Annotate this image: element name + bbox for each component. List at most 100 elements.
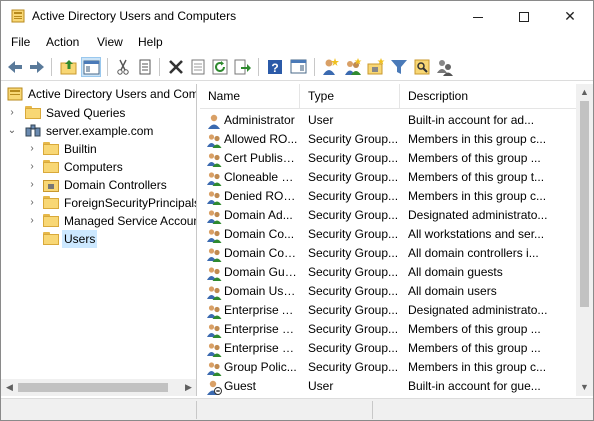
properties-button[interactable] <box>188 57 208 77</box>
list-cell-description: All domain guests <box>408 265 503 279</box>
tree-item-domain[interactable]: ⌄ server.example.com <box>5 122 195 140</box>
help-icon: ? <box>268 60 282 75</box>
show-hide-console-tree-button[interactable] <box>81 57 101 77</box>
find-button[interactable] <box>412 57 432 77</box>
chevron-right-icon[interactable]: › <box>7 104 17 122</box>
list-row[interactable]: Domain Gue... Security Group... All domain… <box>200 263 576 282</box>
list-row[interactable]: Administrator User Built-in account for ad… <box>200 111 576 130</box>
security-group-icon <box>206 189 222 205</box>
list-cell-type: Security Group... <box>308 151 399 165</box>
export-list-button[interactable] <box>232 57 252 77</box>
chevron-right-icon[interactable]: › <box>27 194 37 212</box>
tree-item-managed-service-accounts[interactable]: › Managed Service Accounts <box>25 212 196 230</box>
tree-item-builtin[interactable]: › Builtin <box>25 140 196 158</box>
tree-item-foreign-security-principals[interactable]: › ForeignSecurityPrincipals <box>25 194 196 212</box>
copy-button[interactable] <box>135 57 155 77</box>
list-row[interactable]: Domain Co... Security Group... All worksta… <box>200 225 576 244</box>
list-cell-description: Designated administrato... <box>408 303 548 317</box>
tree-item-computers[interactable]: › Computers <box>25 158 196 176</box>
forward-button[interactable] <box>27 57 47 77</box>
chevron-right-icon[interactable]: › <box>27 140 37 158</box>
up-one-level-button[interactable] <box>59 57 79 77</box>
list-vertical-scrollbar[interactable]: ▲ ▼ <box>576 84 593 396</box>
list-cell-type: Security Group... <box>308 170 399 184</box>
cut-button[interactable] <box>113 57 133 77</box>
list-row[interactable]: Cert Publish... Security Group... Members … <box>200 149 576 168</box>
maximize-button[interactable] <box>501 1 547 32</box>
tree-root[interactable]: Active Directory Users and Computers <box>5 85 196 103</box>
scrollbar-thumb[interactable] <box>580 101 589 307</box>
list-row[interactable]: Domain Ad... Security Group... Designated … <box>200 206 576 225</box>
column-header-type[interactable]: Type <box>300 84 400 109</box>
action-pane-button[interactable] <box>289 57 309 77</box>
menu-action[interactable]: Action <box>46 35 79 49</box>
list-row[interactable]: Allowed RO... Security Group... Members in… <box>200 130 576 149</box>
toolbar-separator <box>258 58 259 76</box>
create-ou-button[interactable] <box>366 57 386 77</box>
list-row[interactable]: Domain Users Security Group... All domain … <box>200 282 576 301</box>
menu-file[interactable]: File <box>11 35 30 49</box>
list-cell-name: Domain Users <box>224 284 298 298</box>
find-icon <box>414 59 430 75</box>
ou-folder-icon <box>43 180 59 192</box>
new-ou-icon <box>367 58 385 75</box>
up-folder-icon <box>60 60 77 75</box>
aduc-root-icon <box>7 87 23 101</box>
refresh-button[interactable] <box>210 57 230 77</box>
disabled-user-icon <box>206 379 222 395</box>
user-icon <box>206 113 222 129</box>
chevron-right-icon[interactable]: › <box>27 176 37 194</box>
delete-button[interactable] <box>166 57 186 77</box>
minimize-button[interactable] <box>455 1 501 32</box>
tree-item-label: server.example.com <box>46 124 154 138</box>
list-row[interactable]: Denied ROD... Security Group... Members in… <box>200 187 576 206</box>
help-button[interactable]: ? <box>265 57 285 77</box>
security-group-icon <box>206 303 222 319</box>
list-row[interactable]: Group Polic... Security Group... Members i… <box>200 358 576 377</box>
menu-help[interactable]: Help <box>138 35 163 49</box>
title-bar[interactable]: Active Directory Users and Computers ✕ <box>1 1 593 32</box>
back-button[interactable] <box>5 57 25 77</box>
list-cell-name: Administrator <box>224 113 295 127</box>
list-row[interactable]: Guest User Built-in account for gue... <box>200 377 576 396</box>
list-cell-description: All domain controllers i... <box>408 246 539 260</box>
chevron-right-icon[interactable]: › <box>27 212 37 230</box>
add-to-group-button[interactable] <box>435 57 455 77</box>
scroll-up-icon[interactable]: ▲ <box>576 84 593 101</box>
list-row[interactable]: Enterprise A... Security Group... Designat… <box>200 301 576 320</box>
column-header-description[interactable]: Description <box>400 84 576 109</box>
scroll-left-icon[interactable]: ◀ <box>1 379 18 396</box>
tree-horizontal-scrollbar[interactable]: ◀ ▶ <box>1 379 196 396</box>
scroll-right-icon[interactable]: ▶ <box>180 379 196 396</box>
chevron-down-icon[interactable]: ⌄ <box>7 122 17 140</box>
list-row[interactable]: Cloneable D... Security Group... Members o… <box>200 168 576 187</box>
chevron-right-icon[interactable]: › <box>27 158 37 176</box>
list-cell-description: Designated administrato... <box>408 208 548 222</box>
menu-view[interactable]: View <box>97 35 123 49</box>
tree-item-label: Builtin <box>64 142 97 156</box>
scroll-down-icon[interactable]: ▼ <box>576 379 593 396</box>
list-cell-name: Enterprise A... <box>224 303 298 317</box>
create-user-button[interactable] <box>320 57 340 77</box>
list-cell-description: Members in this group c... <box>408 132 547 146</box>
tree-item-users[interactable]: Users <box>25 230 196 248</box>
list-row[interactable]: Enterprise K... Security Group... Members … <box>200 320 576 339</box>
create-group-button[interactable] <box>343 57 363 77</box>
app-window: Active Directory Users and Computers ✕ F… <box>0 0 594 421</box>
security-group-icon <box>206 151 222 167</box>
column-header-name[interactable]: Name <box>200 84 300 109</box>
list-row[interactable]: Enterprise R... Security Group... Members … <box>200 339 576 358</box>
close-button[interactable]: ✕ <box>547 1 593 32</box>
cut-icon <box>117 59 129 75</box>
list-cell-name: Domain Co... <box>224 227 295 241</box>
list-cell-name: Domain Ad... <box>224 208 293 222</box>
scrollbar-thumb[interactable] <box>18 383 168 392</box>
console-tree[interactable]: Active Directory Users and Computers › S… <box>1 84 197 396</box>
folder-icon <box>43 232 59 246</box>
list-row[interactable]: Domain Con... Security Group... All domain… <box>200 244 576 263</box>
tree-item-saved-queries[interactable]: › Saved Queries <box>5 104 195 122</box>
filter-button[interactable] <box>389 57 409 77</box>
list-header: Name Type Description <box>200 84 576 109</box>
details-list[interactable]: Name Type Description Administrator User B… <box>200 84 593 396</box>
tree-item-domain-controllers[interactable]: › Domain Controllers <box>25 176 196 194</box>
